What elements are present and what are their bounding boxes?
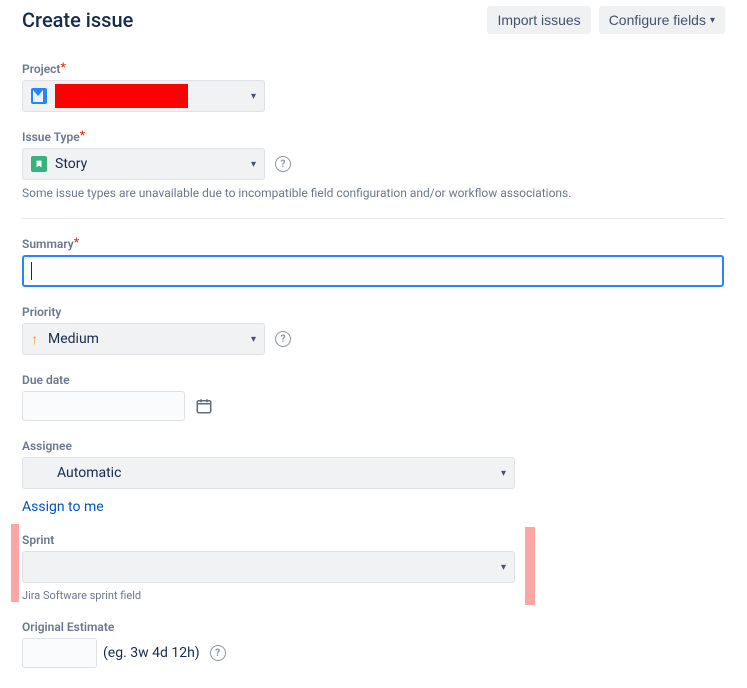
page-title: Create issue [22, 8, 133, 32]
issue-type-label: Issue Type* [22, 130, 725, 144]
original-estimate-input[interactable] [22, 638, 97, 668]
chevron-down-icon: ▾ [501, 562, 506, 573]
original-estimate-example: (eg. 3w 4d 12h) [103, 645, 200, 661]
import-issues-label: Import issues [497, 12, 580, 28]
chevron-down-icon: ▾ [501, 468, 506, 479]
help-icon[interactable]: ? [210, 645, 226, 661]
highlight-marker [11, 524, 19, 602]
project-select[interactable]: ▾ [22, 80, 265, 112]
divider [22, 218, 725, 219]
chevron-down-icon: ▾ [251, 159, 256, 170]
story-icon [31, 156, 47, 172]
text-caret [31, 262, 32, 280]
project-icon [31, 88, 47, 104]
chevron-down-icon: ▾ [251, 334, 256, 345]
due-date-label: Due date [22, 373, 725, 387]
help-icon[interactable]: ? [275, 331, 291, 347]
priority-value: Medium [48, 331, 99, 347]
summary-label: Summary* [22, 237, 725, 251]
priority-label: Priority [22, 305, 725, 319]
help-icon[interactable]: ? [275, 156, 291, 172]
chevron-down-icon: ▾ [710, 15, 715, 26]
sprint-label: Sprint [22, 533, 725, 547]
configure-fields-label: Configure fields [609, 12, 706, 28]
assign-to-me-link[interactable]: Assign to me [22, 499, 104, 515]
original-estimate-label: Original Estimate [22, 620, 725, 634]
calendar-icon[interactable] [195, 397, 213, 415]
chevron-down-icon: ▾ [251, 91, 256, 102]
import-issues-button[interactable]: Import issues [487, 6, 590, 34]
priority-medium-icon: ↑ [31, 331, 38, 348]
assignee-select[interactable]: Automatic ▾ [22, 457, 515, 489]
configure-fields-button[interactable]: Configure fields ▾ [599, 6, 725, 34]
due-date-input[interactable] [22, 391, 185, 421]
sprint-desc: Jira Software sprint field [22, 589, 725, 602]
issue-type-select[interactable]: Story ▾ [22, 148, 265, 180]
assignee-value: Automatic [57, 465, 121, 481]
project-label: Project* [22, 62, 725, 76]
issue-type-hint: Some issue types are unavailable due to … [22, 186, 725, 200]
sprint-select[interactable]: ▾ [22, 551, 515, 583]
priority-select[interactable]: ↑ Medium ▾ [22, 323, 265, 355]
assignee-label: Assignee [22, 439, 725, 453]
summary-input[interactable] [22, 255, 724, 287]
redacted-block [55, 84, 188, 108]
highlight-marker [525, 527, 535, 605]
issue-type-value: Story [55, 156, 87, 172]
